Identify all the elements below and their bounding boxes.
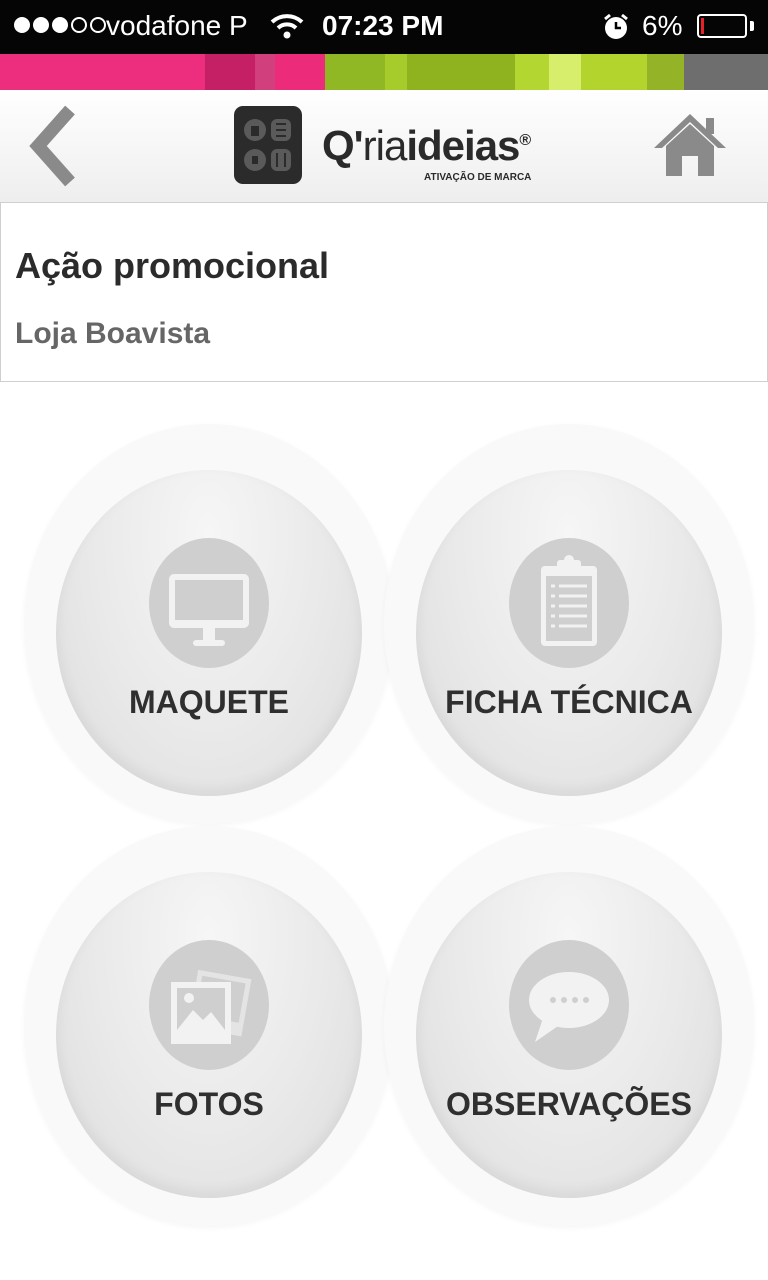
logo-tagline: ATIVAÇÃO DE MARCA	[424, 172, 532, 183]
observacoes-button[interactable]: OBSERVAÇÕES	[384, 826, 754, 1226]
logo-wordmark-light: ria	[362, 122, 408, 169]
color-segment	[0, 54, 205, 90]
maquete-button[interactable]: MAQUETE	[24, 424, 394, 824]
brand-logo: Q'riaideias® ATIVAÇÃO DE MARCA	[234, 104, 544, 188]
event-title: Ação promocional	[15, 245, 330, 286]
brand-color-strip	[0, 54, 768, 90]
app-header: Q'riaideias® ATIVAÇÃO DE MARCA	[0, 90, 768, 203]
event-location: Loja Boavista	[15, 317, 211, 350]
clipboard-icon	[509, 538, 629, 668]
color-segment	[515, 54, 549, 90]
color-segment	[385, 54, 407, 90]
battery-icon	[697, 14, 747, 38]
logo-wordmark: Q'riaideias®	[322, 122, 531, 170]
color-segment	[581, 54, 647, 90]
color-segment	[205, 54, 255, 90]
home-button[interactable]	[652, 110, 728, 182]
signal-strength-icon	[14, 17, 106, 33]
monitor-icon	[149, 538, 269, 668]
carrier-name: vodafone P	[106, 10, 248, 41]
color-segment	[255, 54, 275, 90]
chat-bubble-icon	[509, 940, 629, 1070]
logo-wordmark-bold: ideias	[406, 122, 520, 169]
observacoes-label: OBSERVAÇÕES	[446, 1086, 692, 1122]
color-segment	[647, 54, 684, 90]
photos-icon	[149, 940, 269, 1070]
battery-percent: 6%	[642, 10, 683, 41]
alarm-clock-icon	[602, 12, 630, 47]
clock-time: 07:23 PM	[322, 10, 444, 41]
logo-wordmark-prefix: Q'	[322, 122, 364, 169]
color-segment	[549, 54, 581, 90]
ficha-tecnica-label: FICHA TÉCNICA	[445, 684, 693, 720]
wifi-icon	[270, 12, 304, 45]
logo-mark-icon	[234, 106, 302, 184]
maquete-label: MAQUETE	[129, 684, 289, 720]
home-icon	[654, 114, 726, 176]
ficha-tecnica-button[interactable]: FICHA TÉCNICA	[384, 424, 754, 824]
fotos-label: FOTOS	[154, 1086, 264, 1122]
color-segment	[407, 54, 515, 90]
color-segment	[325, 54, 385, 90]
color-segment	[684, 54, 768, 90]
back-button[interactable]	[26, 104, 82, 188]
color-segment	[275, 54, 325, 90]
registered-mark: ®	[519, 132, 531, 149]
fotos-button[interactable]: FOTOS	[24, 826, 394, 1226]
event-info-card: Ação promocional Loja Boavista	[0, 202, 768, 382]
chevron-left-icon	[29, 105, 75, 187]
status-bar: vodafone P 07:23 PM 6%	[0, 0, 768, 54]
